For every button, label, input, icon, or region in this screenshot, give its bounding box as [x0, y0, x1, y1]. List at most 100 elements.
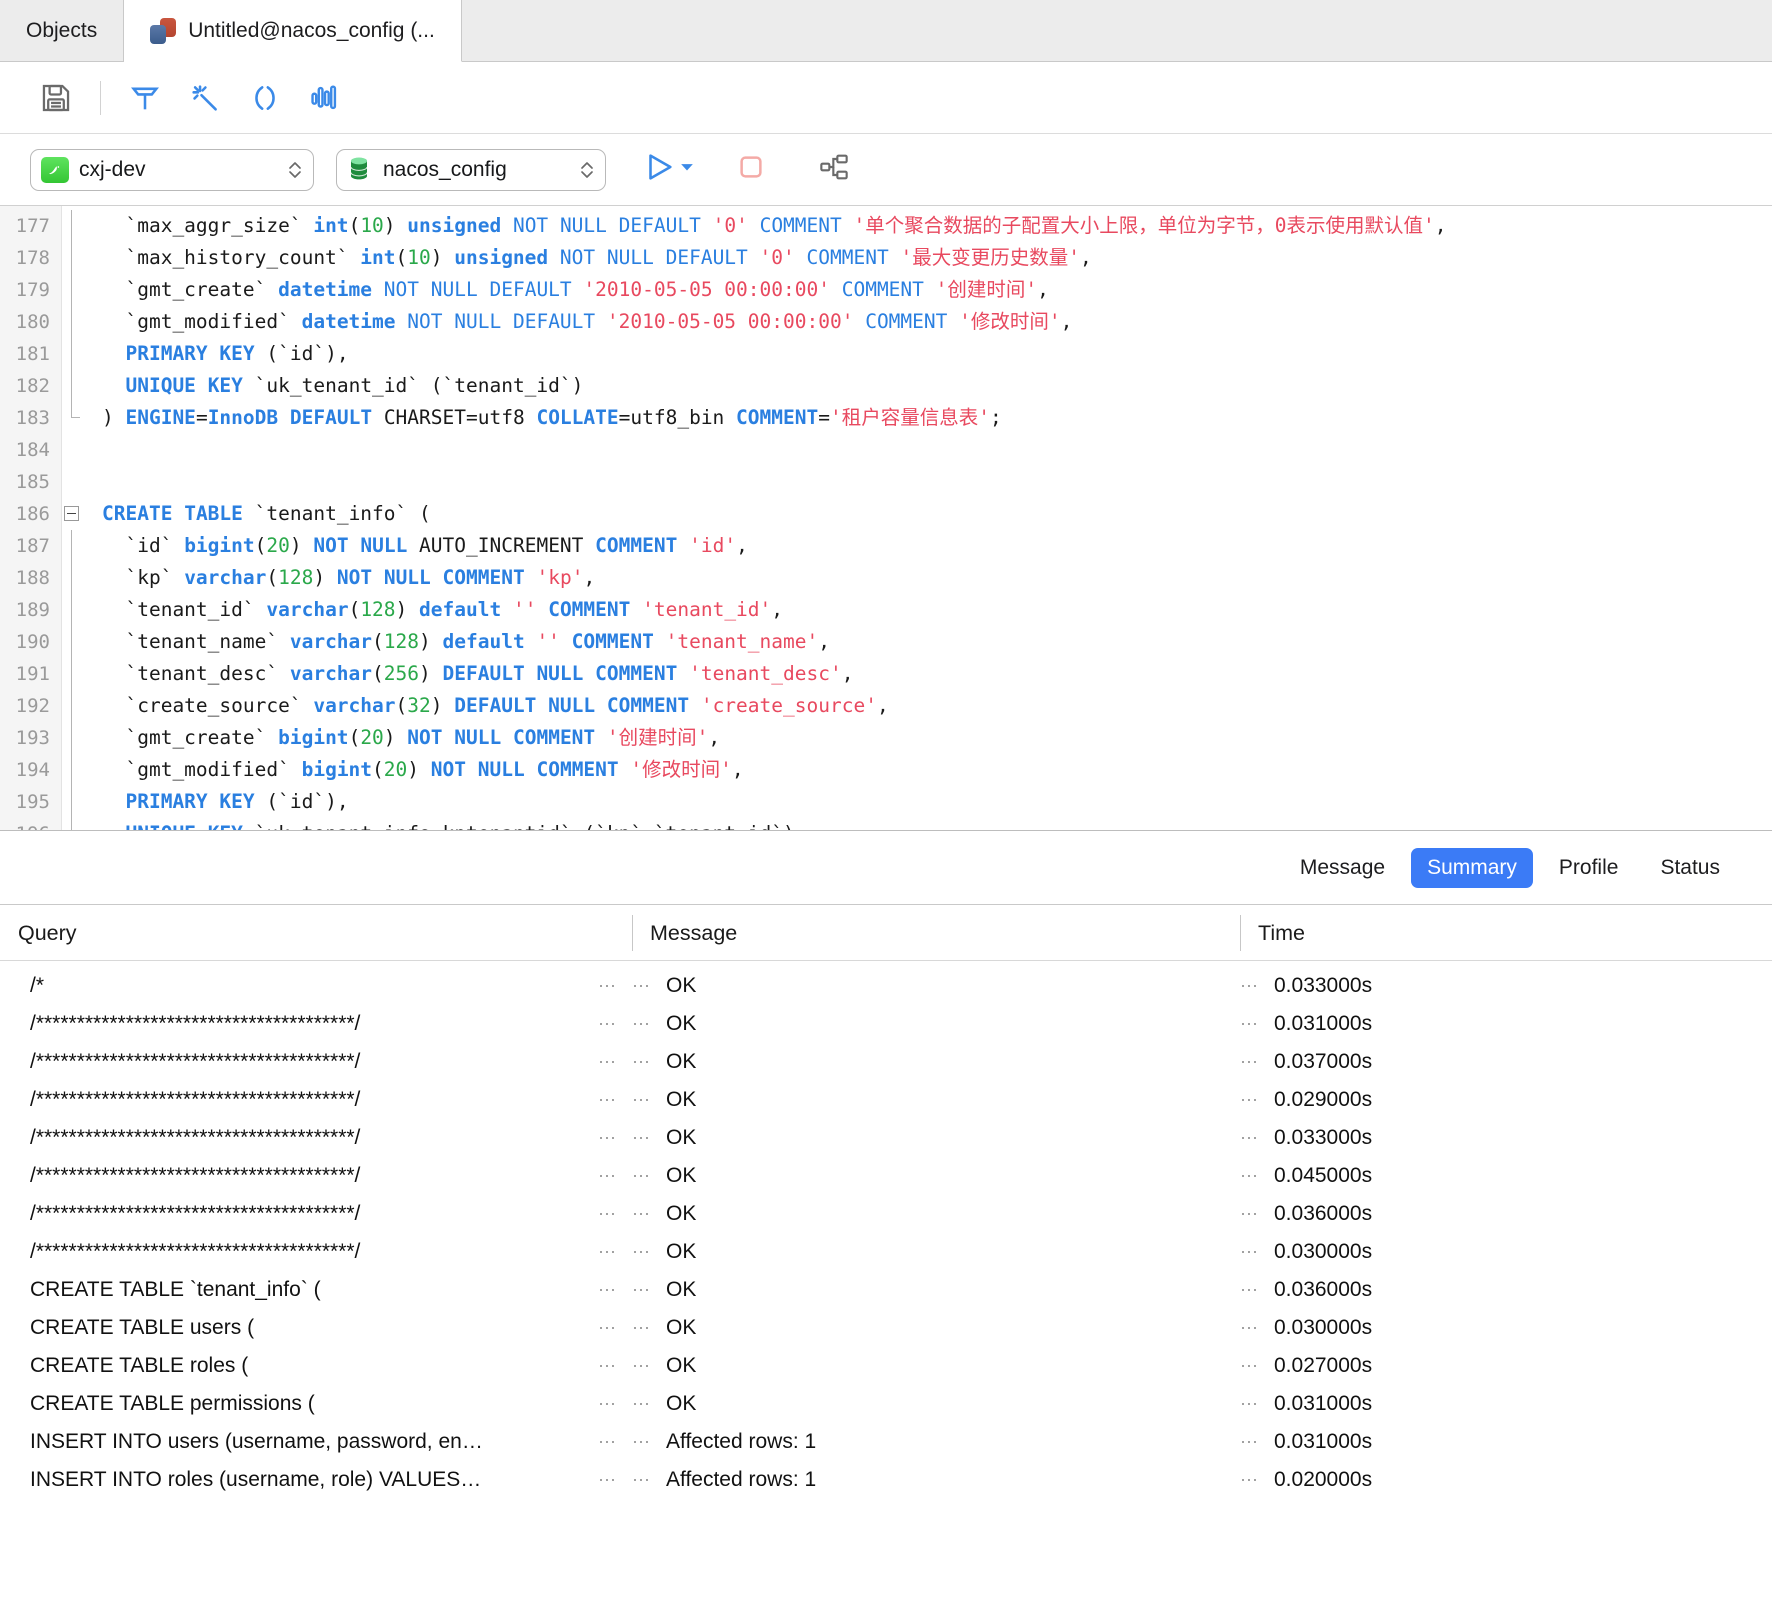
cell-time-text: 0.031000s	[1274, 1012, 1373, 1035]
code-line[interactable]: `kp` varchar(128) NOT NULL COMMENT 'kp',	[84, 562, 1772, 594]
cell-query-text: /*	[30, 974, 45, 997]
cell-query: CREATE TABLE users (⋯	[0, 1309, 632, 1347]
table-row[interactable]: /***************************************…	[0, 1119, 1772, 1157]
fold-marker	[62, 530, 84, 562]
chevron-updown-icon[interactable]	[285, 156, 305, 184]
table-row[interactable]: CREATE TABLE permissions (⋯ ⋯ OK ⋯ 0.031000s	[0, 1385, 1772, 1423]
line-number: 180	[15, 311, 50, 333]
chart-bars-icon[interactable]	[295, 72, 355, 124]
line-number: 179	[15, 279, 50, 301]
cell-query: CREATE TABLE permissions (⋯	[0, 1385, 632, 1423]
code-line[interactable]: PRIMARY KEY (`id`),	[84, 338, 1772, 370]
summary-results-table: Query Message Time /* ⋯ ⋯ OK ⋯ 0.033000s /****…	[0, 905, 1772, 1624]
fold-marker	[62, 818, 84, 830]
code-line[interactable]: CREATE TABLE `tenant_info` (	[84, 498, 1772, 530]
fold-marker	[62, 594, 84, 626]
code-line[interactable]: `gmt_modified` datetime NOT NULL DEFAULT…	[84, 306, 1772, 338]
table-row[interactable]: CREATE TABLE users (⋯ ⋯ OK ⋯ 0.030000s	[0, 1309, 1772, 1347]
stop-icon[interactable]	[736, 156, 766, 186]
cell-time: ⋯ 0.030000s	[1240, 1233, 1772, 1271]
run-icon[interactable]	[642, 150, 676, 189]
cell-time: ⋯ 0.033000s	[1240, 1119, 1772, 1157]
tab-status[interactable]: Status	[1644, 848, 1736, 888]
code-line[interactable]: `id` bigint(20) NOT NULL AUTO_INCREMENT …	[84, 530, 1772, 562]
table-row[interactable]: /***************************************…	[0, 1157, 1772, 1195]
column-header-query[interactable]: Query	[0, 915, 632, 951]
tab-objects[interactable]: Objects	[0, 0, 125, 61]
chevron-down-icon[interactable]	[680, 160, 694, 179]
tab-summary[interactable]: Summary	[1411, 847, 1533, 888]
database-select[interactable]: nacos_config	[336, 148, 606, 191]
code-line[interactable]: `create_source` varchar(32) DEFAULT NULL…	[84, 690, 1772, 722]
code-line[interactable]: PRIMARY KEY (`id`),	[84, 786, 1772, 818]
code-line[interactable]: `gmt_modified` bigint(20) NOT NULL COMME…	[84, 754, 1772, 786]
code-line[interactable]: `gmt_create` bigint(20) NOT NULL COMMENT…	[84, 722, 1772, 754]
code-line[interactable]: UNIQUE KEY `uk_tenant_info_kptenantid` (…	[84, 818, 1772, 830]
cell-query-text: INSERT INTO roles (username, role) VALUE…	[30, 1468, 482, 1491]
tab-message[interactable]: Message	[1284, 848, 1401, 888]
line-number: 181	[15, 343, 50, 365]
table-row[interactable]: /***************************************…	[0, 1043, 1772, 1081]
table-row[interactable]: /***************************************…	[0, 1195, 1772, 1233]
sql-editor[interactable]: 177 178 179 180 181 182 183 184 185 186 187 188 189 1…	[0, 206, 1772, 831]
tab-sql-editor[interactable]: Untitled@nacos_config (...	[124, 0, 462, 62]
cell-message: ⋯ Affected rows: 1	[632, 1423, 1240, 1461]
code-line[interactable]: `max_aggr_size` int(10) unsigned NOT NUL…	[84, 210, 1772, 242]
code-line[interactable]: UNIQUE KEY `uk_tenant_id` (`tenant_id`)	[84, 370, 1772, 402]
cell-query: /***************************************…	[0, 1081, 632, 1119]
table-row[interactable]: /***************************************…	[0, 1081, 1772, 1119]
cell-overflow-ellipsis: ⋯	[598, 1166, 617, 1186]
parentheses-icon[interactable]	[235, 72, 295, 124]
connection-bar: cxj-dev nacos_config	[0, 134, 1772, 206]
table-row[interactable]: CREATE TABLE `tenant_info` (⋯ ⋯ OK ⋯ 0.03600…	[0, 1271, 1772, 1309]
cell-query: /***************************************…	[0, 1005, 632, 1043]
cell-overflow-ellipsis: ⋯	[1240, 1052, 1259, 1072]
cell-query: /***************************************…	[0, 1195, 632, 1233]
cell-query: /***************************************…	[0, 1119, 632, 1157]
code-line[interactable]: `tenant_id` varchar(128) default '' COMM…	[84, 594, 1772, 626]
table-row[interactable]: INSERT INTO roles (username, role) VALUE…	[0, 1461, 1772, 1499]
query-plan-icon[interactable]	[818, 154, 850, 187]
cell-message-text: OK	[666, 1278, 697, 1301]
cell-time: ⋯ 0.020000s	[1240, 1461, 1772, 1499]
connection-select[interactable]: cxj-dev	[30, 148, 314, 191]
fold-marker	[62, 786, 84, 818]
beautify-icon[interactable]	[115, 72, 175, 124]
code-line[interactable]: `gmt_create` datetime NOT NULL DEFAULT '…	[84, 274, 1772, 306]
run-query-button[interactable]	[642, 150, 694, 189]
cell-overflow-ellipsis: ⋯	[632, 1432, 651, 1452]
fold-marker	[62, 562, 84, 594]
code-line[interactable]: ) ENGINE=InnoDB DEFAULT CHARSET=utf8 COL…	[84, 402, 1772, 434]
cell-overflow-ellipsis: ⋯	[632, 1052, 651, 1072]
code-folding-column[interactable]	[62, 206, 84, 830]
table-row[interactable]: /***************************************…	[0, 1233, 1772, 1271]
save-icon[interactable]	[26, 72, 86, 124]
cell-overflow-ellipsis: ⋯	[632, 976, 651, 996]
table-row[interactable]: INSERT INTO users (username, password, e…	[0, 1423, 1772, 1461]
code-line[interactable]	[84, 434, 1772, 466]
column-header-time[interactable]: Time	[1240, 914, 1772, 951]
code-line[interactable]: `tenant_desc` varchar(256) DEFAULT NULL …	[84, 658, 1772, 690]
code-line[interactable]: `max_history_count` int(10) unsigned NOT…	[84, 242, 1772, 274]
code-line[interactable]	[84, 466, 1772, 498]
column-header-message[interactable]: Message	[632, 914, 1240, 951]
fold-marker[interactable]	[62, 498, 84, 530]
explain-plan-button[interactable]	[818, 151, 850, 188]
table-row[interactable]: /***************************************…	[0, 1005, 1772, 1043]
chevron-updown-icon[interactable]	[577, 156, 597, 184]
line-number: 177	[15, 215, 50, 237]
line-number: 185	[15, 471, 50, 493]
cell-message: ⋯ OK	[632, 1043, 1240, 1081]
table-row[interactable]: CREATE TABLE roles (⋯ ⋯ OK ⋯ 0.027000s	[0, 1347, 1772, 1385]
stop-button[interactable]	[736, 152, 766, 187]
cell-message: ⋯ OK	[632, 1309, 1240, 1347]
table-row[interactable]: /* ⋯ ⋯ OK ⋯ 0.033000s	[0, 967, 1772, 1005]
sql-code-area[interactable]: `max_aggr_size` int(10) unsigned NOT NUL…	[84, 206, 1772, 830]
cell-overflow-ellipsis: ⋯	[598, 1280, 617, 1300]
tab-profile[interactable]: Profile	[1543, 848, 1635, 888]
cell-overflow-ellipsis: ⋯	[598, 976, 617, 996]
cell-message: ⋯ OK	[632, 1233, 1240, 1271]
magic-wand-icon[interactable]	[175, 72, 235, 124]
code-line[interactable]: `tenant_name` varchar(128) default '' CO…	[84, 626, 1772, 658]
cell-overflow-ellipsis: ⋯	[598, 1128, 617, 1148]
